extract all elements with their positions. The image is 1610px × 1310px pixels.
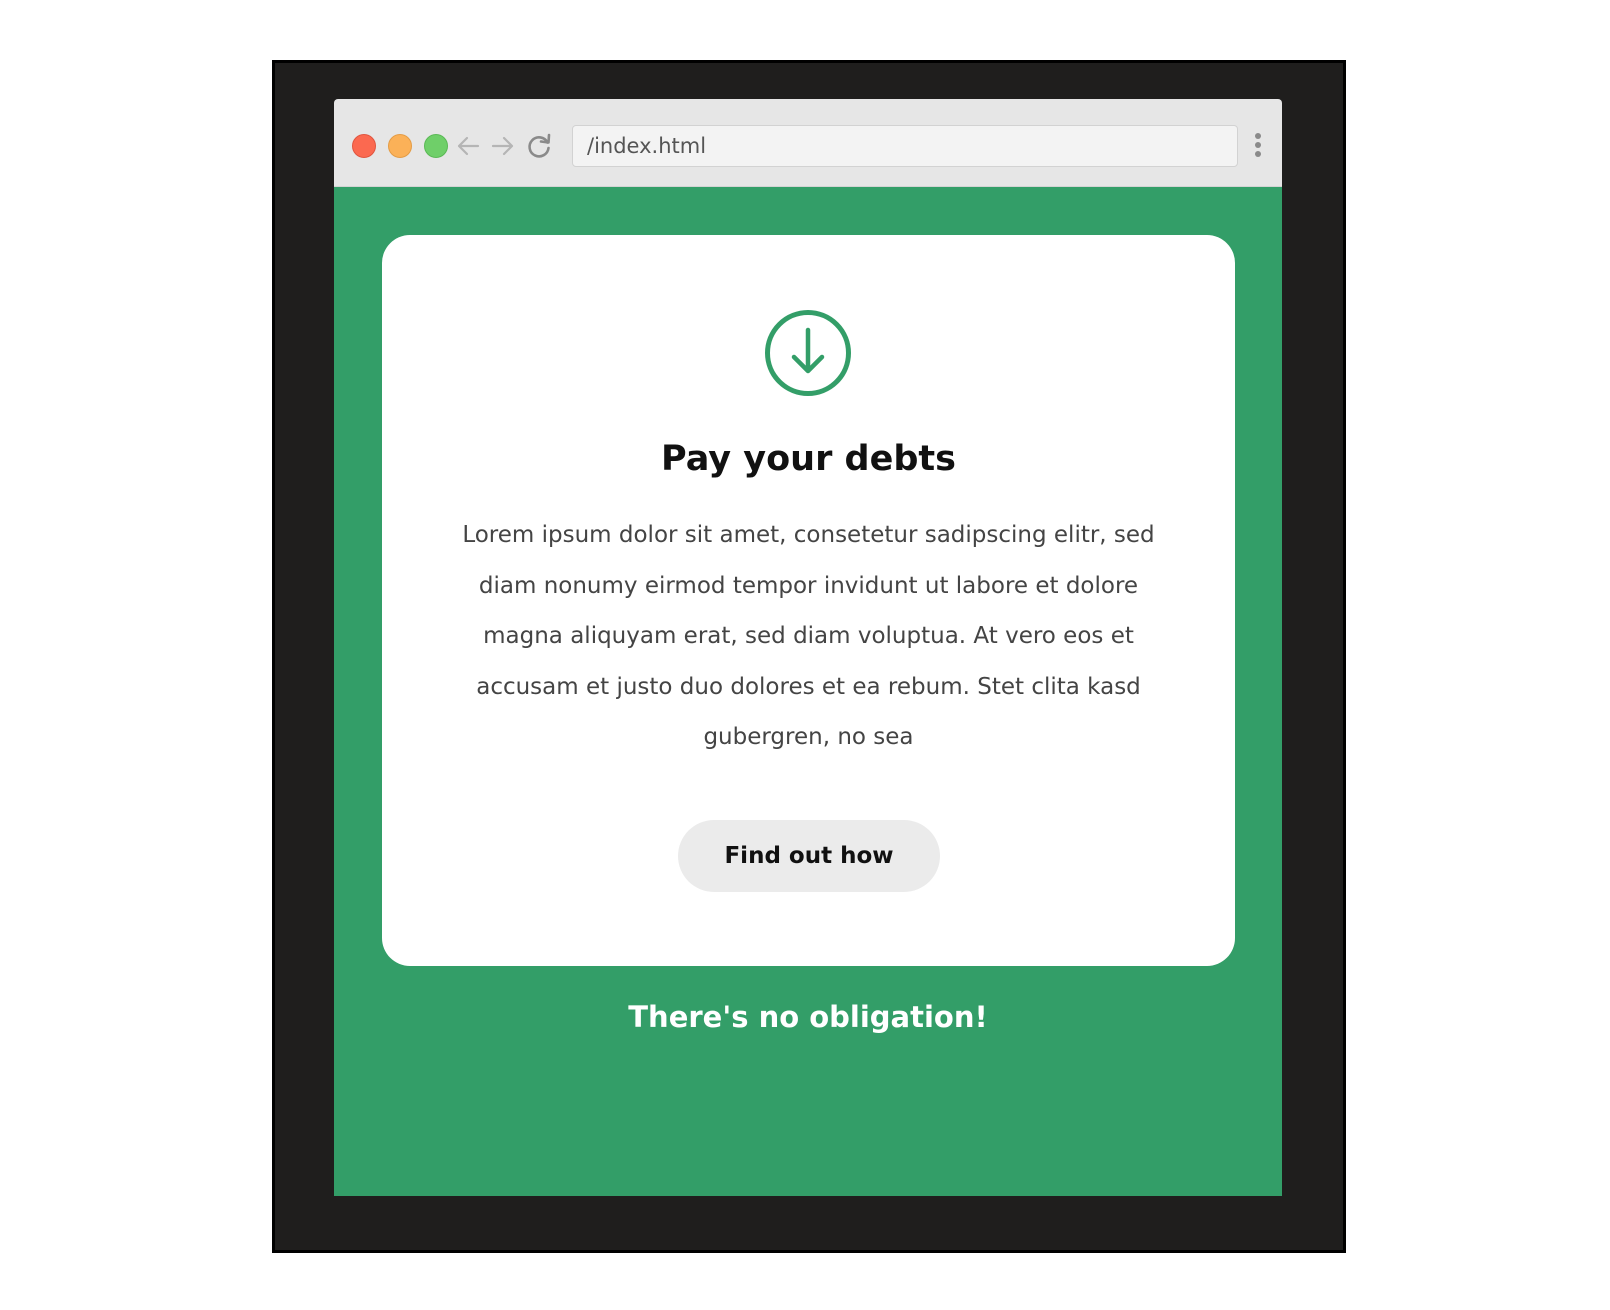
card-title: Pay your debts — [661, 439, 956, 479]
tagline: There's no obligation! — [628, 1000, 988, 1034]
arrow-down-circle-icon — [763, 308, 853, 398]
close-window-icon[interactable] — [352, 134, 376, 158]
browser-toolbar: /index.html — [334, 99, 1282, 187]
browser-window: /index.html Pay your debts Lorem ipsum d… — [334, 99, 1282, 1196]
minimize-window-icon[interactable] — [388, 134, 412, 158]
reload-icon[interactable] — [525, 132, 553, 160]
find-out-how-button[interactable]: Find out how — [678, 820, 940, 892]
back-arrow-icon[interactable] — [454, 132, 482, 160]
more-vertical-icon[interactable] — [1251, 133, 1265, 161]
forward-arrow-icon[interactable] — [489, 132, 517, 160]
page-viewport: Pay your debts Lorem ipsum dolor sit ame… — [334, 187, 1282, 1196]
info-card: Pay your debts Lorem ipsum dolor sit ame… — [382, 235, 1235, 966]
address-bar[interactable]: /index.html — [572, 125, 1238, 167]
maximize-window-icon[interactable] — [424, 134, 448, 158]
card-description: Lorem ipsum dolor sit amet, consetetur s… — [462, 522, 1155, 750]
